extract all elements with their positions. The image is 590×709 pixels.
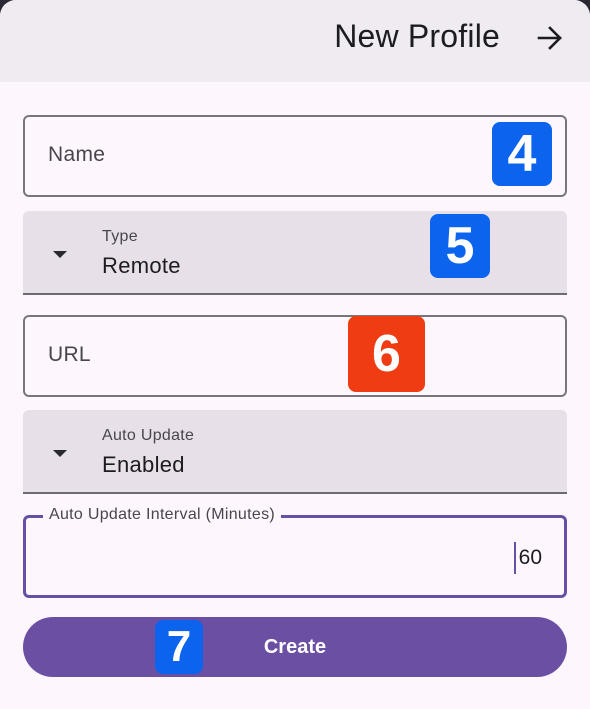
page-title: New Profile [334,18,500,54]
name-placeholder: Name [48,143,106,166]
annotation-badge-5: 5 [430,214,490,278]
type-value: Remote [102,253,181,278]
url-field[interactable]: URL [23,315,567,397]
top-app-bar: New Profile [0,0,590,82]
auto-update-interval-field[interactable]: Auto Update Interval (Minutes) 60 [23,506,567,598]
create-button-label: Create [263,635,327,658]
create-button[interactable]: Create [23,617,567,677]
new-profile-screen: New Profile Name Type Remote URL Auto Up… [0,0,590,709]
annotation-badge-4: 4 [492,122,552,186]
dropdown-arrow-icon [53,450,67,457]
interval-label: Auto Update Interval (Minutes) [43,506,281,524]
annotation-badge-7: 7 [155,620,203,674]
type-label: Type [102,228,138,245]
auto-update-label: Auto Update [102,427,195,444]
auto-update-dropdown[interactable]: Auto Update Enabled [23,410,567,494]
arrow-right-icon [537,26,562,50]
dropdown-arrow-icon [53,251,67,258]
annotation-badge-6: 6 [348,316,425,392]
interval-value: 60 [518,546,542,569]
auto-update-value: Enabled [102,452,185,477]
name-field[interactable]: Name [23,115,567,197]
url-placeholder: URL [48,343,91,366]
text-cursor [514,542,516,574]
forward-button[interactable] [530,20,570,56]
